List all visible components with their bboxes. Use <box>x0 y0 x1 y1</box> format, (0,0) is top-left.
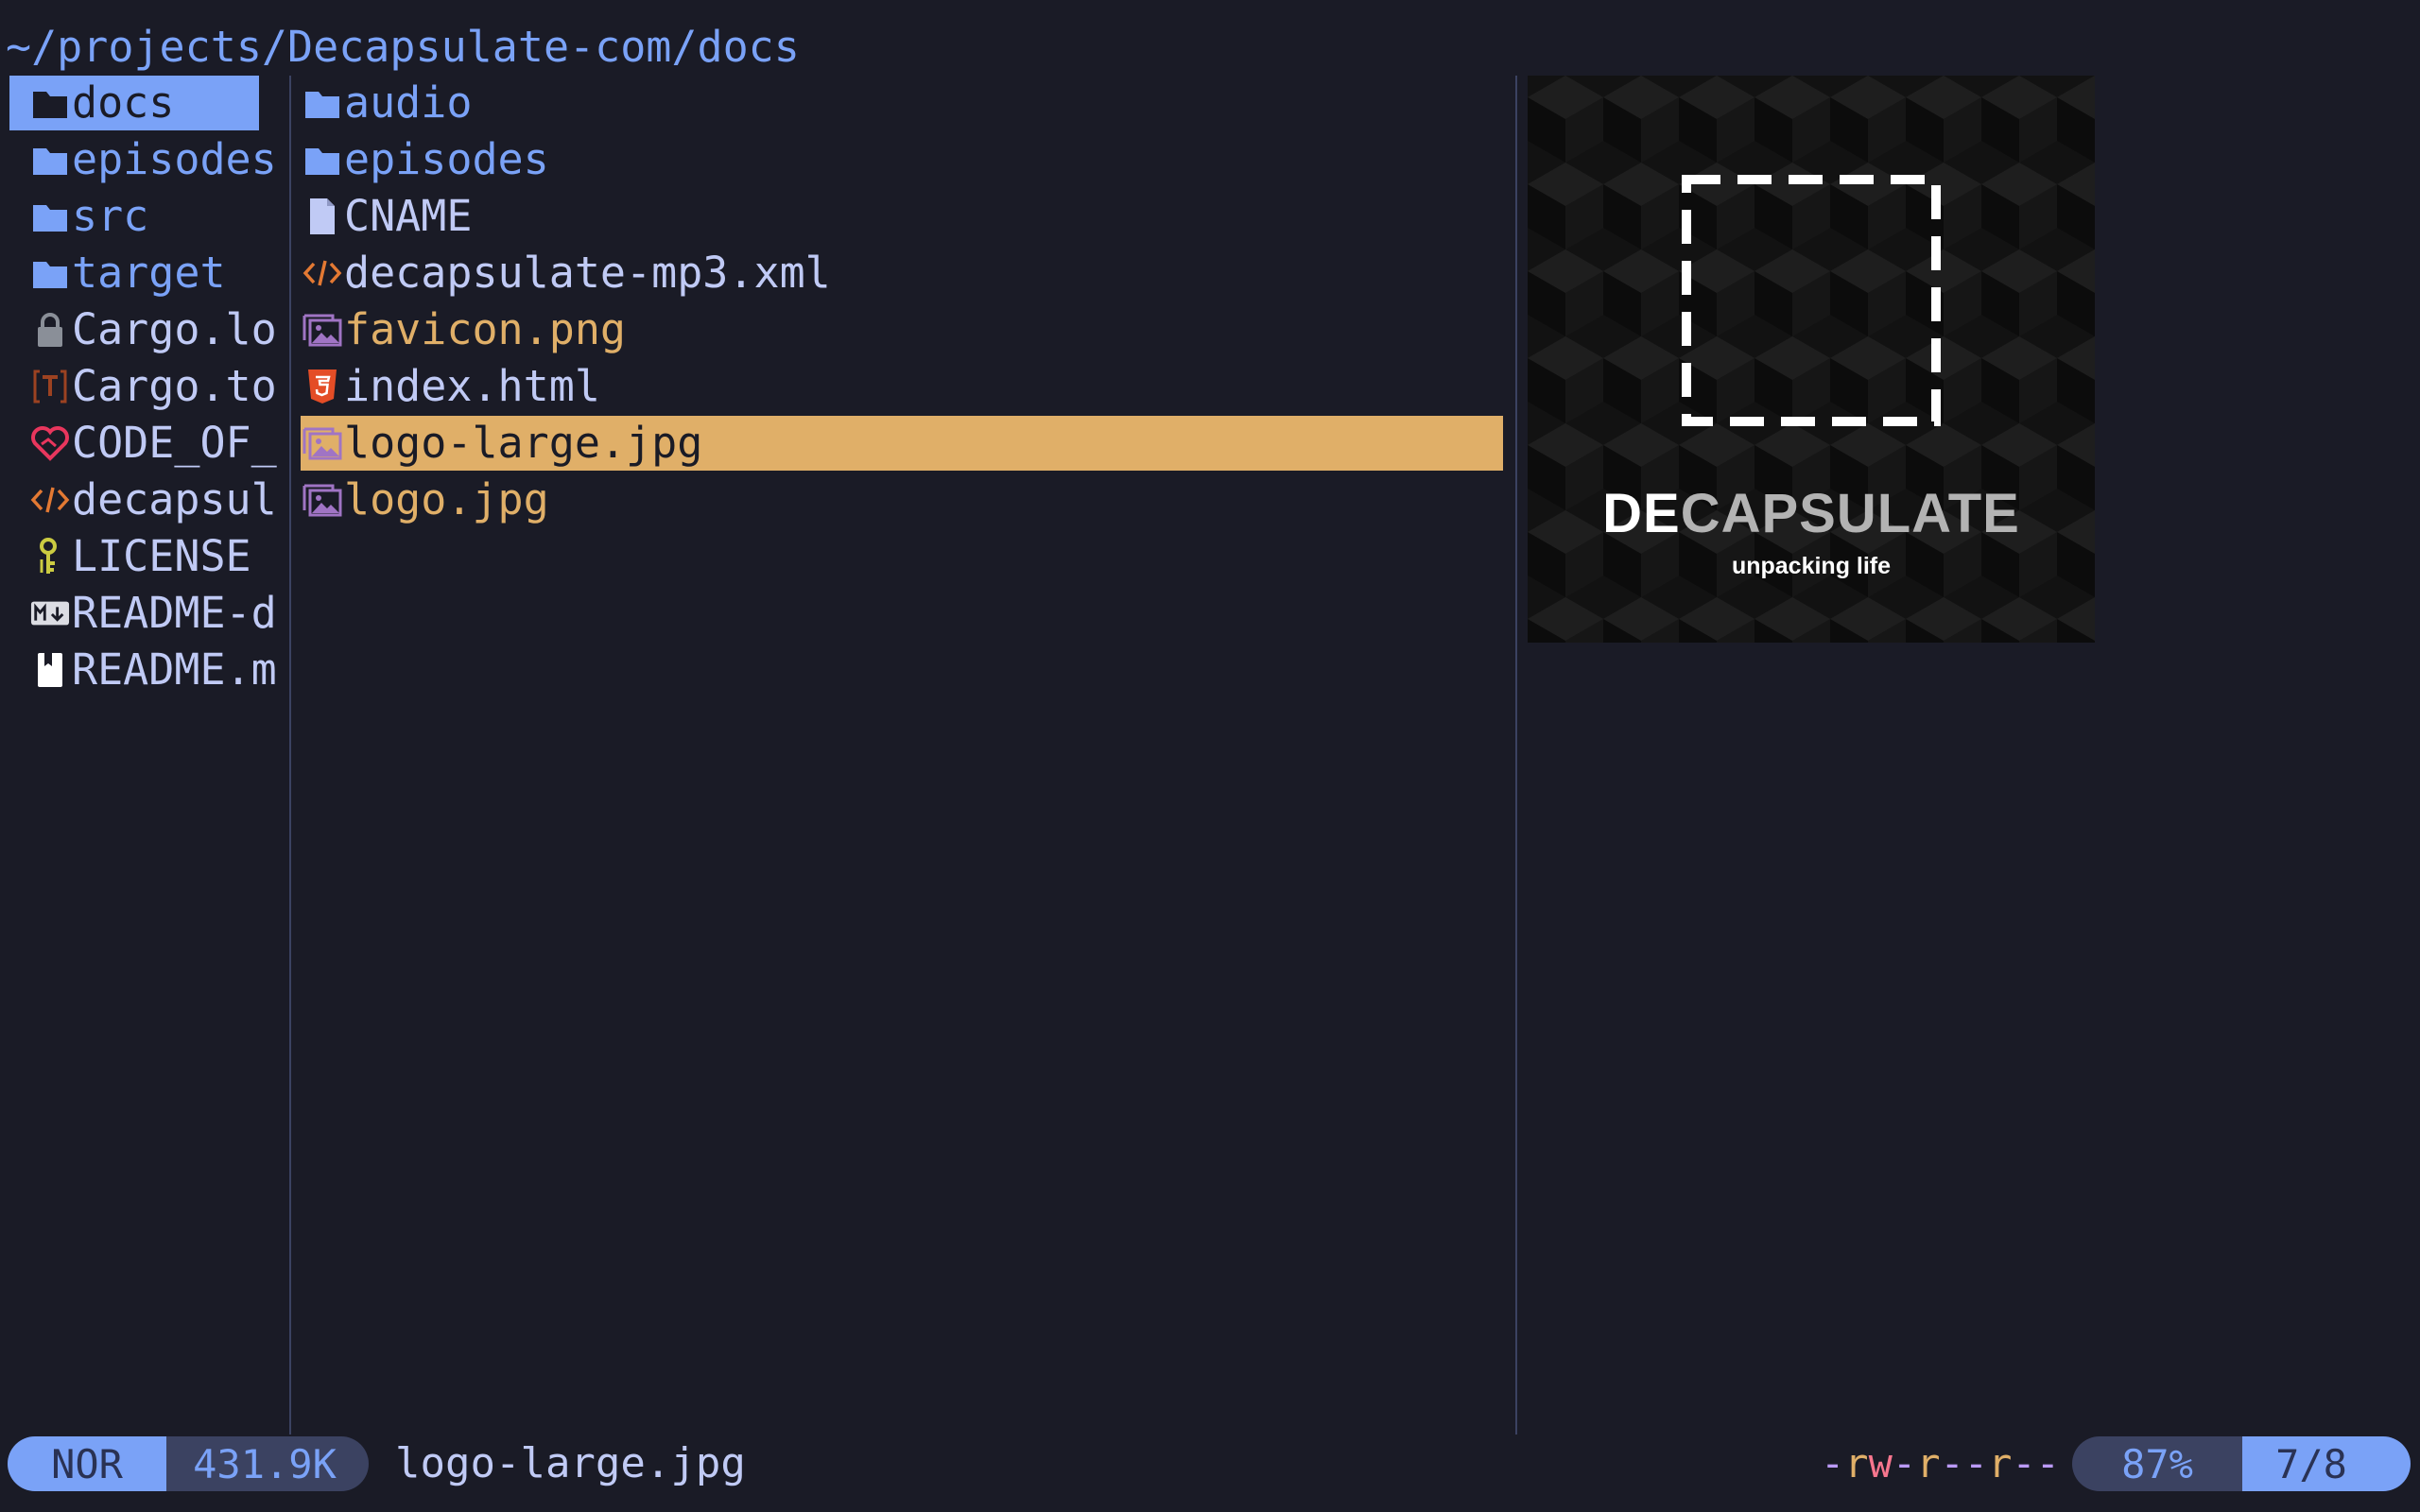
file-list-item[interactable]: CNAME <box>302 189 1505 244</box>
file-list-item-label: decapsulate-mp3.xml <box>344 248 831 298</box>
parent-dir-item-label: Cargo.lo <box>72 304 277 354</box>
book-icon <box>30 648 70 692</box>
parent-dir-item[interactable]: target <box>30 246 280 301</box>
image-preview: DECAPSULATE unpacking life <box>1528 76 2095 643</box>
image-icon <box>302 308 342 352</box>
folder-icon <box>30 81 70 125</box>
parent-dir-item[interactable]: decapsul <box>30 472 280 527</box>
parent-dir-item[interactable]: episodes <box>30 132 280 187</box>
file-list-item[interactable]: index.html <box>302 359 1505 414</box>
file-list-item[interactable]: favicon.png <box>302 302 1505 357</box>
logo-tagline: unpacking life <box>1731 553 1892 579</box>
markdown-icon <box>30 592 70 635</box>
file-list-item-label: CNAME <box>344 191 473 241</box>
parent-dir-item[interactable]: docs <box>9 76 259 130</box>
parent-dir-item[interactable]: README.m <box>30 643 280 697</box>
parent-dir-item[interactable]: LICENSE <box>30 529 280 584</box>
file-list-item-label: logo.jpg <box>344 474 549 524</box>
parent-dir-item-label: LICENSE <box>72 531 251 581</box>
file-manager: ~/projects/Decapsulate-com/docs docs epis… <box>0 0 2420 1512</box>
folder-icon <box>30 138 70 181</box>
heart-handshake-icon <box>30 421 70 465</box>
status-bar: 431.9K NOR logo-large.jpg -rw-r--r-- 7/8… <box>0 1435 2420 1493</box>
parent-dir-item-label: CODE_OF_ <box>72 418 277 468</box>
file-list-item-label: episodes <box>344 134 549 184</box>
file-list-item[interactable]: episodes <box>302 132 1505 187</box>
parent-dir-item[interactable]: README-d <box>30 586 280 641</box>
parent-dir-item[interactable]: src <box>30 189 280 244</box>
file-list-item-label: audio <box>344 77 473 128</box>
html5-icon <box>302 365 342 408</box>
parent-dir-item-label: episodes <box>72 134 277 184</box>
file-icon <box>302 195 342 238</box>
key-icon <box>30 535 70 578</box>
parent-dir-item-label: src <box>72 191 149 241</box>
folder-icon <box>302 138 342 181</box>
parent-dir-item[interactable]: Cargo.to <box>30 359 280 414</box>
toml-icon <box>30 365 70 408</box>
pane-divider-left <box>289 76 291 1435</box>
parent-dir-item-label: docs <box>72 77 175 128</box>
file-list-item[interactable]: logo-large.jpg <box>301 416 1503 471</box>
parent-dir-item-label: target <box>72 248 226 298</box>
image-icon <box>302 421 342 465</box>
mode-indicator: NOR <box>8 1436 166 1491</box>
folder-icon <box>302 81 342 125</box>
scroll-percent: 87% <box>2072 1436 2242 1491</box>
logo-title: DECAPSULATE <box>1602 483 2020 544</box>
folder-icon <box>30 195 70 238</box>
file-list-item[interactable]: decapsulate-mp3.xml <box>302 246 1505 301</box>
file-list-item-label: logo-large.jpg <box>344 418 703 468</box>
parent-dir-item-label: Cargo.to <box>72 361 277 411</box>
current-path: ~/projects/Decapsulate-com/docs <box>6 22 800 72</box>
status-filename: logo-large.jpg <box>395 1439 746 1487</box>
parent-dir-item-label: decapsul <box>72 474 277 524</box>
folder-icon <box>30 251 70 295</box>
parent-dir-item-label: README-d <box>72 588 277 638</box>
pane-divider-right <box>1515 76 1517 1435</box>
file-list-item-label: favicon.png <box>344 304 627 354</box>
parent-dir-item-label: README.m <box>72 644 277 695</box>
parent-dir-item[interactable]: CODE_OF_ <box>30 416 280 471</box>
image-icon <box>302 478 342 522</box>
code-icon <box>302 251 342 295</box>
code-icon <box>30 478 70 522</box>
file-permissions: -rw-r--r-- <box>1821 1440 2060 1486</box>
lock-icon <box>30 308 70 352</box>
file-list-item[interactable]: logo.jpg <box>302 472 1505 527</box>
file-list-item-label: index.html <box>344 361 600 411</box>
file-size-indicator: 431.9K <box>161 1436 369 1491</box>
file-list-item[interactable]: audio <box>302 76 1505 130</box>
parent-dir-item[interactable]: Cargo.lo <box>30 302 280 357</box>
